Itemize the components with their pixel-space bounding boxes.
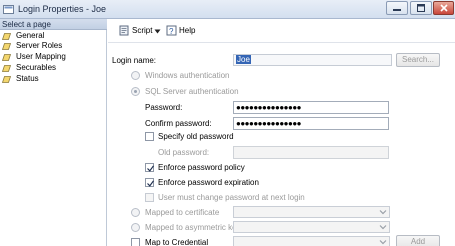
confirm-password-value: ●●●●●●●●●●●●●●● [236,119,301,128]
enforce-policy-label: Enforce password policy [158,163,245,172]
add-button-label: Add [410,237,426,246]
login-properties-icon [3,5,14,14]
sql-auth-label: SQL Server authentication [145,87,239,96]
password-field[interactable]: ●●●●●●●●●●●●●●● [233,101,389,114]
page-selector-pane: Select a page General Server Roles User … [0,19,107,246]
password-value: ●●●●●●●●●●●●●●● [236,103,301,112]
toolbar: Script ? Help [108,19,455,43]
windows-auth-radio[interactable] [131,71,140,80]
page-item-label: Server Roles [16,41,63,50]
add-button[interactable]: Add [396,235,440,246]
window-title: Login Properties - Joe [18,4,107,14]
specify-old-password-checkbox[interactable] [145,132,154,141]
help-button[interactable]: ? Help [166,25,198,37]
check-icon [147,165,154,172]
confirm-password-field[interactable]: ●●●●●●●●●●●●●●● [233,117,389,130]
close-button[interactable] [433,1,454,15]
page-icon [2,54,11,61]
select-page-header: Select a page [0,19,107,30]
page-item-user-mapping[interactable]: User Mapping [1,52,105,61]
page-icon [2,76,11,83]
windows-auth-label: Windows authentication [145,71,230,80]
chevron-down-icon [379,210,387,215]
specify-old-password-label: Specify old password [158,132,234,141]
login-name-value: Joe [236,55,251,64]
confirm-password-label: Confirm password: [145,119,212,128]
certificate-select[interactable] [233,206,390,218]
chevron-down-icon[interactable] [154,29,161,34]
close-icon [440,4,448,12]
check-icon [147,180,154,187]
chevron-down-icon [379,225,387,230]
search-button-label: Search... [401,55,434,64]
title-bar: Login Properties - Joe [0,0,455,19]
page-item-label: User Mapping [16,52,66,61]
old-password-label: Old password: [158,148,210,157]
mapped-asymmetric-label: Mapped to asymmetric key [145,223,241,232]
search-button[interactable]: Search... [396,53,440,67]
page-icon [2,65,11,72]
page-item-server-roles[interactable]: Server Roles [1,41,105,50]
page-icon [2,33,11,40]
enforce-expiration-checkbox[interactable] [145,178,154,187]
must-change-checkbox[interactable] [145,193,154,202]
sql-auth-radio[interactable] [131,87,140,96]
mapped-certificate-label: Mapped to certificate [145,208,220,217]
help-icon: ? [166,25,177,36]
page-item-general[interactable]: General [1,31,105,40]
minimize-button[interactable] [386,1,408,15]
minimize-icon [393,9,401,11]
select-page-label: Select a page [2,20,51,29]
must-change-label: User must change password at next login [158,193,305,202]
old-password-field[interactable] [233,146,389,159]
enforce-policy-checkbox[interactable] [145,163,154,172]
help-label: Help [179,26,196,35]
page-item-status[interactable]: Status [1,74,105,83]
maximize-button[interactable] [410,1,432,15]
login-name-label: Login name: [112,56,157,65]
credential-select[interactable] [233,236,390,246]
script-label: Script [132,26,153,35]
asymmetric-key-select[interactable] [233,221,390,233]
page-item-label: Status [16,74,39,83]
script-icon [119,25,129,36]
enforce-expiration-label: Enforce password expiration [158,178,259,187]
mapped-certificate-radio[interactable] [131,208,140,217]
mapped-asymmetric-radio[interactable] [131,223,140,232]
page-icon [2,43,11,50]
svg-text:?: ? [169,27,174,36]
maximize-icon [417,4,425,12]
page-item-label: General [16,31,45,40]
login-name-field[interactable]: Joe [233,54,392,66]
map-credential-label: Map to Credential [145,238,209,246]
page-item-label: Securables [16,63,57,72]
map-credential-checkbox[interactable] [131,238,140,246]
chevron-down-icon [379,240,387,245]
general-page: Script ? Help Login name: Joe Search... … [108,19,455,246]
page-item-securables[interactable]: Securables [1,63,105,72]
password-label: Password: [145,103,183,112]
